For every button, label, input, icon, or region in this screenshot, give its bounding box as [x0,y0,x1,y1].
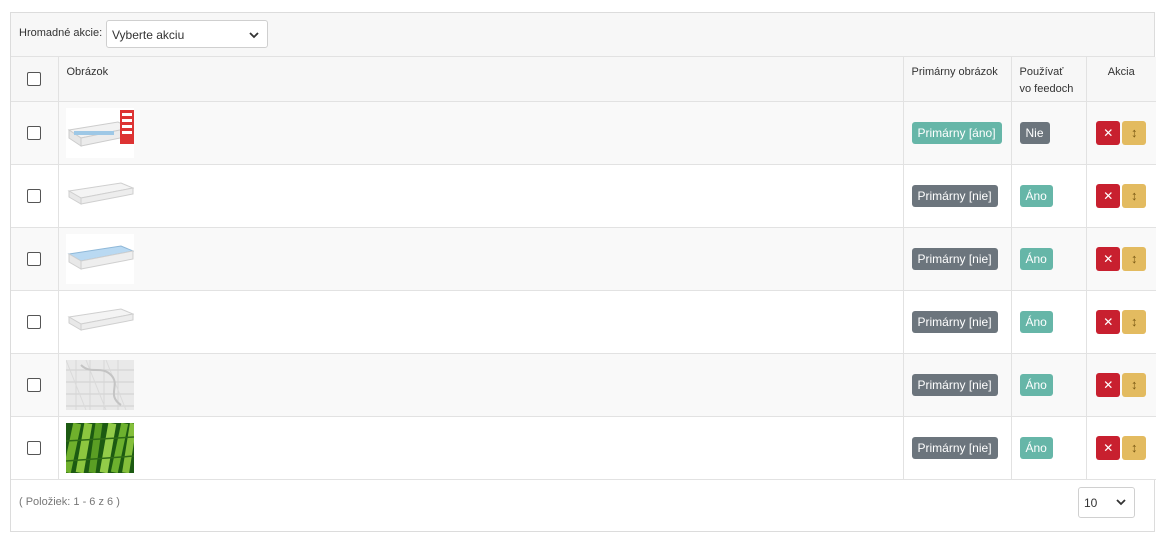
feeds-badge[interactable]: Áno [1019,185,1053,207]
feeds-badge[interactable]: Áno [1019,311,1053,333]
row-checkbox[interactable] [27,252,42,266]
table-row: Primárny [nie] Áno ✕ ↕ [11,164,1156,228]
header-action: Akcia [1107,66,1135,78]
product-image [65,108,903,158]
row-checkbox[interactable] [27,441,42,455]
move-icon: ↕ [1131,188,1138,203]
delete-button[interactable]: ✕ [1096,310,1121,334]
move-button[interactable]: ↕ [1122,373,1147,397]
bulk-actions-select[interactable]: Vyberte akciu [106,20,268,48]
delete-button[interactable]: ✕ [1096,373,1121,397]
feeds-badge[interactable]: Áno [1019,248,1053,270]
row-checkbox[interactable] [27,126,42,140]
close-icon: ✕ [1103,441,1114,455]
primary-badge[interactable]: Primárny [nie] [911,248,998,270]
table-row: Primárny [nie] Áno ✕ ↕ [11,353,1156,417]
delete-button[interactable]: ✕ [1096,436,1121,460]
feeds-badge[interactable]: Nie [1019,122,1050,144]
header-primary: Primárny obrázok [911,66,998,78]
table-row: Primárny [nie] Áno ✕ ↕ [11,227,1156,291]
feeds-badge[interactable]: Áno [1019,374,1053,396]
table-row: Primárny [áno] Nie ✕ ↕ [11,101,1156,165]
primary-badge[interactable]: Primárny [nie] [911,437,998,459]
close-icon: ✕ [1103,126,1114,140]
move-button[interactable]: ↕ [1122,121,1147,145]
move-button[interactable]: ↕ [1122,184,1147,208]
product-image [65,171,903,221]
header-image: Obrázok [66,66,109,78]
select-all-checkbox[interactable] [27,72,42,86]
row-checkbox[interactable] [27,378,42,392]
table-row: Primárny [nie] Áno ✕ ↕ [11,290,1156,354]
table-row: Primárny [nie] Áno ✕ ↕ [11,416,1156,480]
header-feeds: Používať vo feedoch [1019,66,1074,95]
move-button[interactable]: ↕ [1122,247,1147,271]
product-image [65,423,903,473]
primary-badge[interactable]: Primárny [nie] [911,374,998,396]
close-icon: ✕ [1103,378,1114,392]
delete-button[interactable]: ✕ [1096,121,1121,145]
chevron-down-icon [1116,499,1126,506]
item-count: ( Položiek: 1 - 6 z 6 ) [19,496,120,508]
product-image [65,234,903,284]
move-button[interactable]: ↕ [1122,310,1147,334]
move-icon: ↕ [1131,314,1138,329]
row-checkbox[interactable] [27,315,42,329]
row-checkbox[interactable] [27,189,42,203]
bulk-actions-select-value: Vyberte akciu [112,28,185,42]
move-icon: ↕ [1131,377,1138,392]
table-header-row: Obrázok Primárny obrázok Používať vo feed… [11,57,1156,102]
product-image [65,297,903,347]
product-image [65,360,903,410]
feeds-badge[interactable]: Áno [1019,437,1053,459]
close-icon: ✕ [1103,252,1114,266]
delete-button[interactable]: ✕ [1096,184,1121,208]
primary-badge[interactable]: Primárny [nie] [911,185,998,207]
move-icon: ↕ [1131,440,1138,455]
bulk-actions-bar: Hromadné akcie: Vyberte akciu [11,13,1154,57]
page-size-select[interactable]: 10 [1078,487,1135,518]
delete-button[interactable]: ✕ [1096,247,1121,271]
bulk-actions-label: Hromadné akcie: [19,27,103,39]
move-icon: ↕ [1131,125,1138,140]
table-footer: ( Položiek: 1 - 6 z 6 ) 10 [11,480,1154,526]
close-icon: ✕ [1103,315,1114,329]
primary-badge[interactable]: Primárny [nie] [911,311,998,333]
images-table: Obrázok Primárny obrázok Používať vo feed… [11,57,1156,480]
move-icon: ↕ [1131,251,1138,266]
page-size-value: 10 [1084,496,1098,510]
images-panel: Hromadné akcie: Vyberte akciu Obrázok Pr… [10,12,1156,532]
close-icon: ✕ [1103,189,1114,203]
move-button[interactable]: ↕ [1122,436,1147,460]
primary-badge[interactable]: Primárny [áno] [911,122,1002,144]
chevron-down-icon [249,32,259,39]
